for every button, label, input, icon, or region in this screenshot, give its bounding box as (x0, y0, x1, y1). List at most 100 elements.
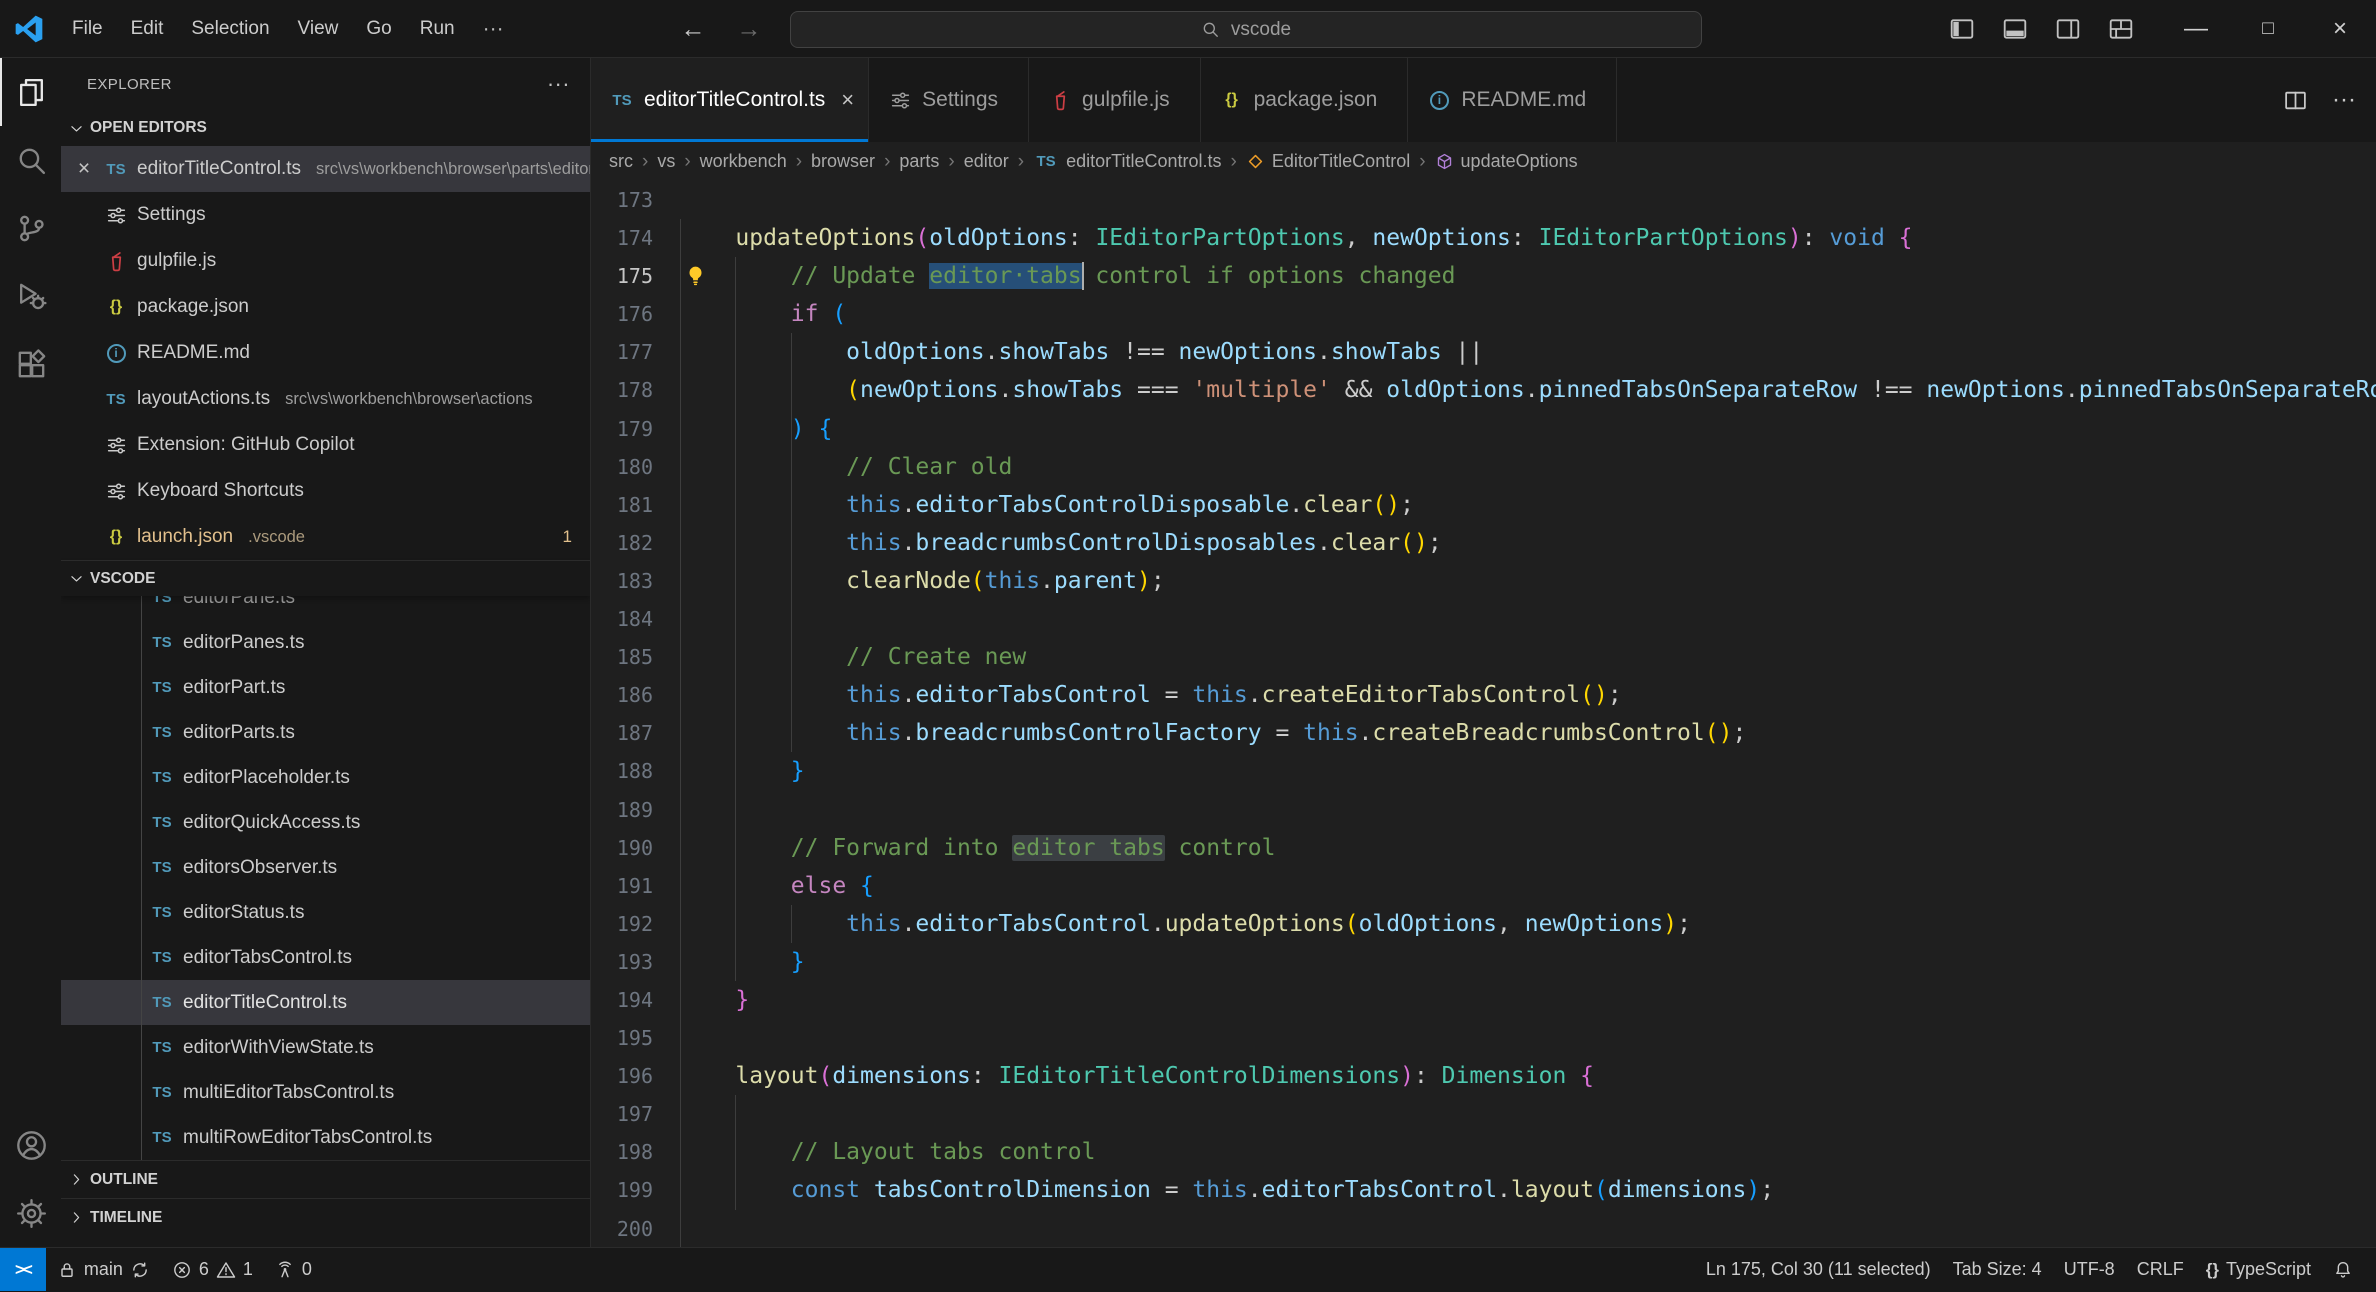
line-number[interactable]: 199 (591, 1171, 680, 1209)
line-number[interactable]: 182 (591, 524, 680, 562)
code-line[interactable]: ) { (680, 410, 2376, 448)
section-vscode[interactable]: VSCODE (61, 560, 590, 596)
sidebar-more-actions[interactable]: ··· (547, 71, 570, 97)
line-number[interactable]: 192 (591, 905, 680, 943)
line-number[interactable]: 186 (591, 676, 680, 714)
close-button[interactable]: × (2304, 0, 2376, 58)
breadcrumb-item[interactable]: workbench (700, 151, 787, 172)
code-line[interactable] (680, 181, 2376, 219)
maximize-button[interactable]: □ (2232, 0, 2304, 58)
tab-package-json[interactable]: {}package.json (1201, 58, 1409, 142)
breadcrumb-item[interactable]: parts (899, 151, 939, 172)
open-editor-item[interactable]: {}package.json (61, 284, 590, 330)
code-line[interactable]: this.breadcrumbsControlFactory = this.cr… (680, 714, 2376, 752)
code-line[interactable]: this.editorTabsControl = this.createEdit… (680, 676, 2376, 714)
code-line[interactable]: } (680, 943, 2376, 981)
code-line[interactable]: else { (680, 867, 2376, 905)
code-line[interactable] (680, 1019, 2376, 1057)
layout-sidebar-right-toggle[interactable] (2055, 16, 2081, 42)
menu-view[interactable]: View (284, 0, 353, 58)
open-editor-item[interactable]: ×TSeditorTitleControl.tssrc\vs\workbench… (61, 146, 590, 192)
line-number[interactable]: 175 (591, 257, 680, 295)
tab-readme-md[interactable]: iREADME.md (1408, 58, 1617, 142)
line-number[interactable]: 188 (591, 752, 680, 790)
line-number[interactable]: 187 (591, 714, 680, 752)
branch-status[interactable]: main (46, 1248, 161, 1292)
line-number[interactable]: 178 (591, 371, 680, 409)
open-editor-item[interactable]: iREADME.md (61, 330, 590, 376)
code-line[interactable]: this.breadcrumbsControlDisposables.clear… (680, 524, 2376, 562)
line-number[interactable]: 193 (591, 943, 680, 981)
code-line[interactable]: clearNode(this.parent); (680, 562, 2376, 600)
open-editor-item[interactable]: Settings (61, 192, 590, 238)
code-line[interactable] (680, 791, 2376, 829)
activity-settings-gear[interactable] (0, 1179, 61, 1247)
line-number[interactable]: 194 (591, 981, 680, 1019)
close-tab-icon[interactable]: × (841, 87, 854, 113)
breadcrumb-item[interactable]: vs (657, 151, 675, 172)
breadcrumb-item[interactable]: src (609, 151, 633, 172)
code-line[interactable] (680, 1210, 2376, 1247)
code-line[interactable]: oldOptions.showTabs !== newOptions.showT… (680, 333, 2376, 371)
notifications[interactable] (2322, 1248, 2364, 1292)
eol[interactable]: CRLF (2126, 1248, 2195, 1292)
line-number[interactable]: 198 (591, 1133, 680, 1171)
breadcrumb-item[interactable]: TSeditorTitleControl.ts (1033, 151, 1221, 172)
line-number[interactable]: 183 (591, 562, 680, 600)
split-editor-button[interactable] (2283, 88, 2308, 113)
back-button[interactable]: ← (676, 15, 710, 44)
line-number[interactable]: 197 (591, 1095, 680, 1133)
layout-sidebar-left-toggle[interactable] (1949, 16, 1975, 42)
close-editor-icon[interactable]: × (73, 157, 95, 181)
code-line[interactable]: // Layout tabs control (680, 1133, 2376, 1171)
section-open-editors[interactable]: OPEN EDITORS (61, 110, 590, 146)
line-number[interactable]: 200 (591, 1210, 680, 1247)
forward-button[interactable]: → (732, 15, 766, 44)
activity-extensions[interactable] (0, 330, 61, 398)
activity-accounts[interactable] (0, 1111, 61, 1179)
activity-explorer[interactable] (0, 58, 61, 126)
line-number[interactable]: 176 (591, 295, 680, 333)
layout-panel-toggle[interactable] (2002, 16, 2028, 42)
problems-status[interactable]: 61 (161, 1248, 264, 1292)
section-outline[interactable]: OUTLINE (61, 1160, 590, 1198)
line-number[interactable]: 185 (591, 638, 680, 676)
language-mode[interactable]: {}TypeScript (2195, 1248, 2322, 1292)
activity-search[interactable] (0, 126, 61, 194)
activity-source-control[interactable] (0, 194, 61, 262)
code-line[interactable]: this.editorTabsControlDisposable.clear()… (680, 486, 2376, 524)
tab-editortitlecontrol-ts[interactable]: TSeditorTitleControl.ts× (591, 58, 869, 142)
open-editor-item[interactable]: TSlayoutActions.tssrc\vs\workbench\brows… (61, 376, 590, 422)
cursor-position[interactable]: Ln 175, Col 30 (11 selected) (1695, 1248, 1942, 1292)
line-number[interactable]: 177 (591, 333, 680, 371)
code-line[interactable]: } (680, 981, 2376, 1019)
code-line[interactable] (680, 1095, 2376, 1133)
breadcrumb-item[interactable]: updateOptions (1435, 151, 1578, 172)
breadcrumb-item[interactable]: browser (811, 151, 875, 172)
command-center-search[interactable]: vscode (790, 11, 1702, 48)
tab-settings[interactable]: Settings (869, 58, 1029, 142)
line-number[interactable]: 189 (591, 791, 680, 829)
menu-overflow[interactable]: ··· (469, 0, 518, 58)
code-line[interactable]: (newOptions.showTabs === 'multiple' && o… (680, 371, 2376, 409)
menu-edit[interactable]: Edit (117, 0, 178, 58)
open-editor-item[interactable]: {}launch.json.vscode1 (61, 514, 590, 560)
ports-status[interactable]: 0 (264, 1248, 323, 1292)
code-line[interactable]: // Create new (680, 638, 2376, 676)
code-line[interactable]: if ( (680, 295, 2376, 333)
line-number[interactable]: 179 (591, 410, 680, 448)
editor-more-actions[interactable]: ··· (2332, 86, 2356, 114)
menu-file[interactable]: File (58, 0, 117, 58)
breadcrumb-item[interactable]: EditorTitleControl (1246, 151, 1410, 172)
layout-grid-toggle[interactable] (2108, 16, 2134, 42)
line-number[interactable]: 190 (591, 829, 680, 867)
line-number[interactable]: 174 (591, 219, 680, 257)
indentation[interactable]: Tab Size: 4 (1942, 1248, 2053, 1292)
activity-run-debug[interactable] (0, 262, 61, 330)
code-line[interactable] (680, 600, 2376, 638)
line-number[interactable]: 173 (591, 181, 680, 219)
breadcrumb-item[interactable]: editor (964, 151, 1009, 172)
code-line[interactable]: // Forward into editor tabs control (680, 829, 2376, 867)
menu-selection[interactable]: Selection (177, 0, 283, 58)
open-editor-item[interactable]: gulpfile.js (61, 238, 590, 284)
